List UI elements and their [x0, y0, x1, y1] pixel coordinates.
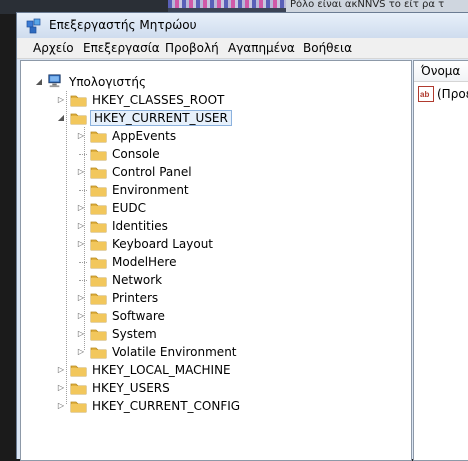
expand-arrow-icon[interactable]: ▷	[57, 91, 65, 109]
tree-item-label: Software	[112, 309, 165, 323]
menu-bar: Αρχείο Επεξεργασία Προβολή Αγαπημένα Βοή…	[17, 38, 468, 59]
expand-arrow-icon[interactable]: ▷	[57, 361, 65, 379]
title-bar[interactable]: Επεξεργαστής Μητρώου	[17, 13, 468, 38]
collapse-arrow-icon[interactable]: ◢	[35, 73, 43, 91]
values-list[interactable]: Όνομα ab (Προεπιλογή)	[413, 60, 468, 461]
folder-icon	[90, 201, 107, 215]
tree-item-printers[interactable]: ▷ Printers	[21, 289, 401, 307]
tree-item-modelhere[interactable]: ModelHere	[21, 253, 401, 271]
tree-item-label: HKEY_USERS	[92, 381, 170, 395]
tree-item-hkey-current-config[interactable]: ▷ HKEY_CURRENT_CONFIG	[21, 397, 401, 415]
tree-item-software[interactable]: ▷ Software	[21, 307, 401, 325]
tree-item-hkey-current-user[interactable]: ◢ HKEY_CURRENT_USER	[21, 109, 401, 127]
folder-icon	[90, 309, 107, 323]
tree-item-appevents[interactable]: ▷ AppEvents	[21, 127, 401, 145]
tree-item-hkey-classes-root[interactable]: ▷ HKEY_CLASSES_ROOT	[21, 91, 401, 109]
folder-icon	[70, 399, 87, 413]
tree-item-label: Control Panel	[112, 165, 192, 179]
tree-connector-line	[79, 190, 87, 191]
menu-file[interactable]: Αρχείο	[33, 41, 74, 55]
expand-arrow-icon[interactable]: ▷	[57, 379, 65, 397]
string-value-icon: ab	[418, 86, 434, 102]
tree-item-eudc[interactable]: ▷ EUDC	[21, 199, 401, 217]
tree-item-environment[interactable]: Environment	[21, 181, 401, 199]
svg-text:ab: ab	[420, 90, 429, 99]
folder-icon	[70, 381, 87, 395]
menu-help[interactable]: Βοήθεια	[303, 41, 352, 55]
tree-item-label: HKEY_CLASSES_ROOT	[92, 93, 225, 107]
tree-item-label: AppEvents	[112, 129, 177, 143]
folder-icon	[90, 255, 107, 269]
tree-item-label: Identities	[112, 219, 168, 233]
computer-icon	[48, 74, 61, 88]
expand-arrow-icon[interactable]: ▷	[57, 397, 65, 415]
value-name: (Προεπιλογή)	[437, 87, 468, 101]
tree-item-label: ModelHere	[112, 255, 177, 269]
tree-root-computer[interactable]: ◢ Υπολογιστής	[21, 73, 221, 91]
folder-icon	[90, 327, 107, 341]
expand-arrow-icon[interactable]: ▷	[77, 235, 85, 253]
tree-item-label: EUDC	[112, 201, 146, 215]
column-header-name[interactable]: Όνομα	[414, 61, 468, 82]
tree-item-system[interactable]: ▷ System	[21, 325, 401, 343]
tree-item-hkey-local-machine[interactable]: ▷ HKEY_LOCAL_MACHINE	[21, 361, 401, 379]
tree-item-label: Printers	[112, 291, 159, 305]
folder-icon	[90, 237, 107, 251]
tree-item-label: HKEY_CURRENT_USER	[90, 110, 232, 126]
folder-icon	[70, 111, 87, 125]
folder-icon	[90, 291, 107, 305]
menu-view[interactable]: Προβολή	[165, 41, 219, 55]
tree-item-label: HKEY_CURRENT_CONFIG	[92, 399, 241, 413]
folder-icon	[70, 363, 87, 377]
tree-item-label: HKEY_LOCAL_MACHINE	[92, 363, 231, 377]
expand-arrow-icon[interactable]: ▷	[77, 217, 85, 235]
tree-connector-line	[79, 262, 87, 263]
registry-editor-icon	[26, 18, 41, 34]
folder-icon	[90, 165, 107, 179]
tree-item-identities[interactable]: ▷ Identities	[21, 217, 401, 235]
tree-connector-line	[79, 280, 87, 281]
tree-item-label: Console	[112, 147, 160, 161]
tree-item-label: Keyboard Layout	[112, 237, 214, 251]
folder-icon	[90, 219, 107, 233]
menu-favorites[interactable]: Αγαπημένα	[228, 41, 295, 55]
expand-arrow-icon[interactable]: ▷	[77, 343, 85, 361]
folder-icon	[90, 345, 107, 359]
registry-tree[interactable]: ◢ Υπολογιστής ▷ HKEY_CLASSES_ROOT ◢ HKEY_CU…	[20, 60, 412, 461]
background-text-fragment: Ρόλο είναι ακΝΝVS το είτ ρα τ	[290, 0, 445, 10]
expand-arrow-icon[interactable]: ▷	[77, 199, 85, 217]
tree-item-label: Network	[112, 273, 163, 287]
tree-item-label: Volatile Environment	[112, 345, 237, 359]
tree-item-volatile-environment[interactable]: ▷ Volatile Environment	[21, 343, 401, 361]
expand-arrow-icon[interactable]: ▷	[77, 307, 85, 325]
tree-item-label: System	[112, 327, 157, 341]
tree-item-control-panel[interactable]: ▷ Control Panel	[21, 163, 401, 181]
menu-edit[interactable]: Επεξεργασία	[83, 41, 160, 55]
folder-icon	[90, 273, 107, 287]
tree-connector-line	[79, 154, 87, 155]
collapse-arrow-icon[interactable]: ◢	[57, 109, 65, 127]
tree-item-network[interactable]: Network	[21, 271, 401, 289]
folder-icon	[70, 93, 87, 107]
registry-editor-window: Επεξεργαστής Μητρώου Αρχείο Επεξεργασία …	[16, 12, 468, 461]
tree-item-hkey-users[interactable]: ▷ HKEY_USERS	[21, 379, 401, 397]
expand-arrow-icon[interactable]: ▷	[77, 325, 85, 343]
folder-icon	[90, 129, 107, 143]
tree-item-console[interactable]: Console	[21, 145, 401, 163]
folder-icon	[90, 147, 107, 161]
tree-item-label: Environment	[112, 183, 189, 197]
column-header-label: Όνομα	[421, 64, 461, 78]
window-title: Επεξεργαστής Μητρώου	[49, 18, 197, 32]
expand-arrow-icon[interactable]: ▷	[77, 289, 85, 307]
tree-root-label: Υπολογιστής	[69, 75, 146, 89]
tree-item-keyboard-layout[interactable]: ▷ Keyboard Layout	[21, 235, 401, 253]
expand-arrow-icon[interactable]: ▷	[77, 163, 85, 181]
expand-arrow-icon[interactable]: ▷	[77, 127, 85, 145]
folder-icon	[90, 183, 107, 197]
